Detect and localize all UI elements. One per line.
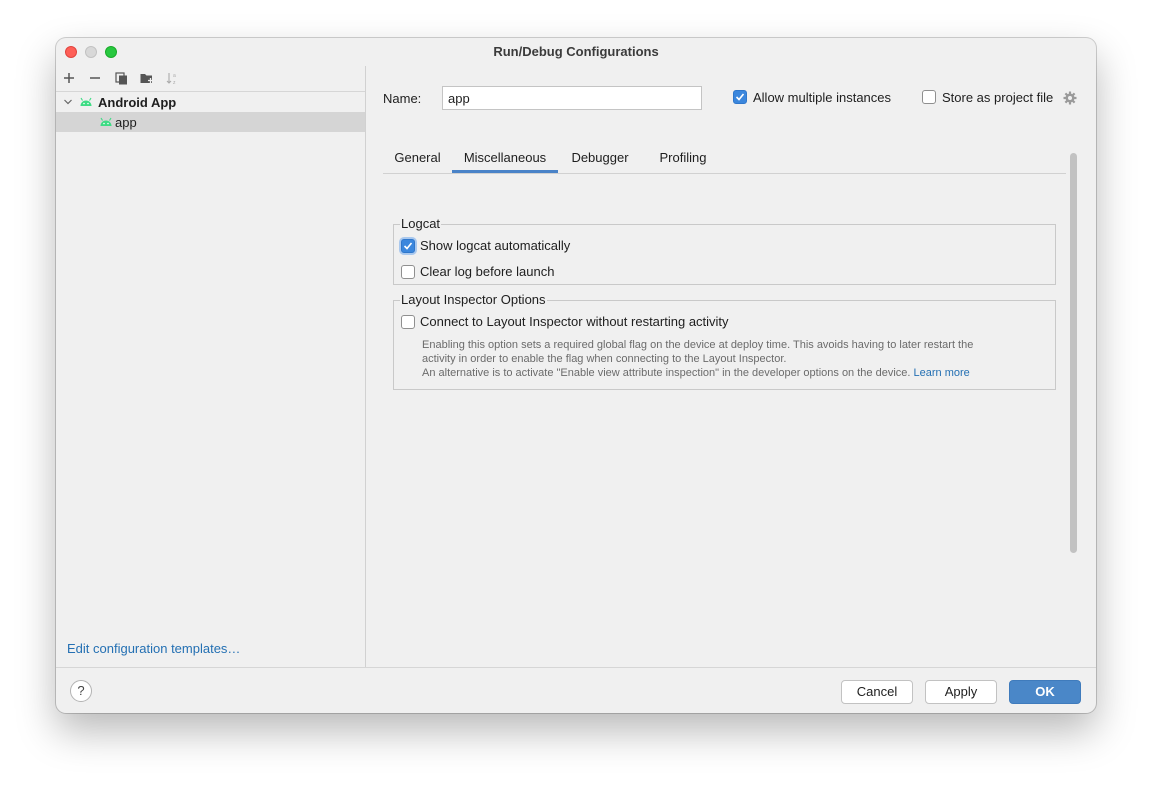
help-line-1: Enabling this option sets a required glo… xyxy=(422,339,974,351)
maximize-window-button[interactable] xyxy=(105,46,117,58)
chevron-down-icon[interactable] xyxy=(63,97,73,107)
clear-log-checkbox[interactable] xyxy=(401,265,415,279)
learn-more-link[interactable]: Learn more xyxy=(914,367,970,379)
configuration-editor: Name: Allow multiple instances Store as … xyxy=(366,66,1096,667)
connect-layout-inspector-checkbox[interactable] xyxy=(401,315,415,329)
edit-configuration-templates-link[interactable]: Edit configuration templates… xyxy=(67,641,240,656)
plus-icon xyxy=(64,73,74,83)
gear-icon[interactable] xyxy=(1063,91,1077,105)
tab-profiling[interactable]: Profiling xyxy=(642,144,724,173)
svg-text:a: a xyxy=(173,73,176,79)
add-configuration-button[interactable] xyxy=(61,70,77,86)
logcat-group: Logcat Show logcat automatically Clear l… xyxy=(393,216,1056,285)
help-line-3-text: An alternative is to activate "Enable vi… xyxy=(422,367,911,379)
new-folder-button[interactable] xyxy=(139,70,155,86)
store-as-project-file-checkbox[interactable] xyxy=(922,90,936,104)
dialog-footer: ? Cancel Apply OK xyxy=(56,667,1096,713)
allow-multiple-instances-label: Allow multiple instances xyxy=(753,90,892,105)
ok-button[interactable]: OK xyxy=(1009,680,1081,704)
sidebar-toolbar: a z xyxy=(56,66,365,92)
new-folder-icon xyxy=(140,74,153,83)
copy-configuration-button[interactable] xyxy=(113,70,129,86)
checkmark-icon xyxy=(735,93,745,101)
configurations-sidebar: a z Android App app Edit configuration t… xyxy=(56,66,366,667)
allow-multiple-instances-checkbox[interactable] xyxy=(733,90,747,104)
show-logcat-label: Show logcat automatically xyxy=(420,238,571,253)
remove-configuration-button[interactable] xyxy=(87,70,103,86)
window-title: Run/Debug Configurations xyxy=(493,44,659,59)
help-button[interactable]: ? xyxy=(70,680,92,702)
show-logcat-checkbox[interactable] xyxy=(401,239,415,253)
svg-text:z: z xyxy=(173,80,176,85)
android-icon xyxy=(80,97,92,106)
store-as-project-file-label: Store as project file xyxy=(942,90,1054,105)
tree-group-label: Android App xyxy=(98,94,177,110)
tab-miscellaneous[interactable]: Miscellaneous xyxy=(452,144,558,173)
logcat-group-title: Logcat xyxy=(400,216,442,231)
configuration-tabs: General Miscellaneous Debugger Profiling xyxy=(383,144,1066,174)
tree-group-android-app[interactable]: Android App xyxy=(56,92,365,112)
checkmark-icon xyxy=(403,242,413,250)
name-label: Name: xyxy=(383,91,422,106)
run-debug-configurations-dialog: Run/Debug Configurations a z Android App… xyxy=(56,38,1096,713)
configurations-tree: Android App app xyxy=(56,92,365,620)
name-input[interactable] xyxy=(442,86,702,110)
vertical-scrollbar[interactable] xyxy=(1070,153,1077,553)
copy-icon xyxy=(114,71,127,84)
minimize-window-button[interactable] xyxy=(85,46,97,58)
tree-item-label: app xyxy=(115,114,137,130)
sort-configurations-button[interactable]: a z xyxy=(165,70,181,86)
minus-icon xyxy=(90,77,100,79)
help-line-2: activity in order to enable the flag whe… xyxy=(422,353,787,365)
tab-debugger[interactable]: Debugger xyxy=(558,144,642,173)
clear-log-label: Clear log before launch xyxy=(420,264,555,279)
apply-button[interactable]: Apply xyxy=(925,680,997,704)
sort-icon: a z xyxy=(166,72,176,85)
help-line-3: An alternative is to activate "Enable vi… xyxy=(422,366,1042,380)
close-window-button[interactable] xyxy=(65,46,77,58)
title-bar: Run/Debug Configurations xyxy=(56,38,1096,66)
layout-inspector-group-title: Layout Inspector Options xyxy=(400,292,547,307)
cancel-button[interactable]: Cancel xyxy=(841,680,913,704)
tab-general[interactable]: General xyxy=(383,144,452,173)
layout-inspector-group: Layout Inspector Options Connect to Layo… xyxy=(393,292,1056,390)
layout-inspector-help-text: Enabling this option sets a required glo… xyxy=(422,338,1042,380)
android-icon xyxy=(100,117,112,126)
tree-item-app[interactable]: app xyxy=(56,112,365,132)
connect-layout-inspector-label: Connect to Layout Inspector without rest… xyxy=(420,314,729,329)
